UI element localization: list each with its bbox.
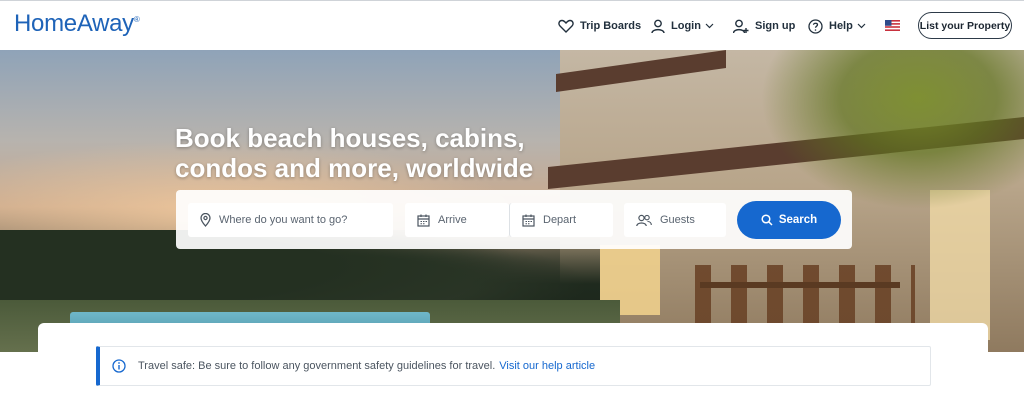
destination-input[interactable]: Where do you want to go? [188,203,393,237]
hero-headline: Book beach houses, cabins, condos and mo… [175,123,535,183]
heart-icon [558,19,574,33]
notice-text: Travel safe: Be sure to follow any gover… [138,360,496,372]
hero-table [700,282,900,288]
logo-text: HomeAway [14,10,134,37]
us-flag-icon[interactable] [885,20,900,31]
user-icon [651,19,665,33]
login-label: Login [671,20,701,32]
calendar-icon [522,214,535,227]
homeaway-logo[interactable]: HomeAway® [14,10,140,38]
chevron-down-icon [857,23,866,29]
depart-label: Depart [543,214,577,226]
list-property-button[interactable]: List your Property [918,12,1012,39]
login-menu[interactable]: Login [651,15,720,37]
hero-foliage [760,50,1024,210]
site-header: HomeAway® Trip Boards Login Sign up Help… [0,0,1024,50]
user-plus-icon [733,19,749,33]
search-icon [761,214,773,226]
help-menu[interactable]: Help [808,15,872,37]
arrive-label: Arrive [438,214,467,226]
travel-safe-notice: Travel safe: Be sure to follow any gover… [96,346,931,386]
search-button[interactable]: Search [737,201,841,239]
logo-mark: ® [133,15,140,24]
guests-field[interactable]: Guests [624,203,726,237]
hero-chairs [695,265,915,325]
headline-line-2: condos and more, worldwide [175,153,534,183]
search-button-label: Search [778,214,818,226]
arrive-date-field[interactable]: Arrive [405,203,509,237]
hero-banner: Book beach houses, cabins, condos and mo… [0,50,1024,352]
help-article-link[interactable]: Visit our help article [499,360,595,372]
depart-date-field[interactable]: Depart [509,203,613,237]
hero-door [930,190,990,340]
info-icon [112,359,126,373]
signup-link[interactable]: Sign up [733,15,795,37]
trip-boards-link[interactable]: Trip Boards [558,15,641,37]
users-icon [636,214,652,226]
calendar-icon [417,214,430,227]
headline-line-1: Book beach houses, cabins, [175,123,525,153]
search-form: Where do you want to go? Arrive Depart G… [176,190,852,249]
destination-placeholder: Where do you want to go? [219,214,348,226]
trip-boards-label: Trip Boards [580,20,642,32]
question-circle-icon [808,18,823,34]
chevron-down-icon [705,23,714,29]
map-pin-icon [200,213,211,227]
help-label: Help [829,20,853,32]
signup-label: Sign up [755,20,796,32]
guests-label: Guests [660,214,695,226]
